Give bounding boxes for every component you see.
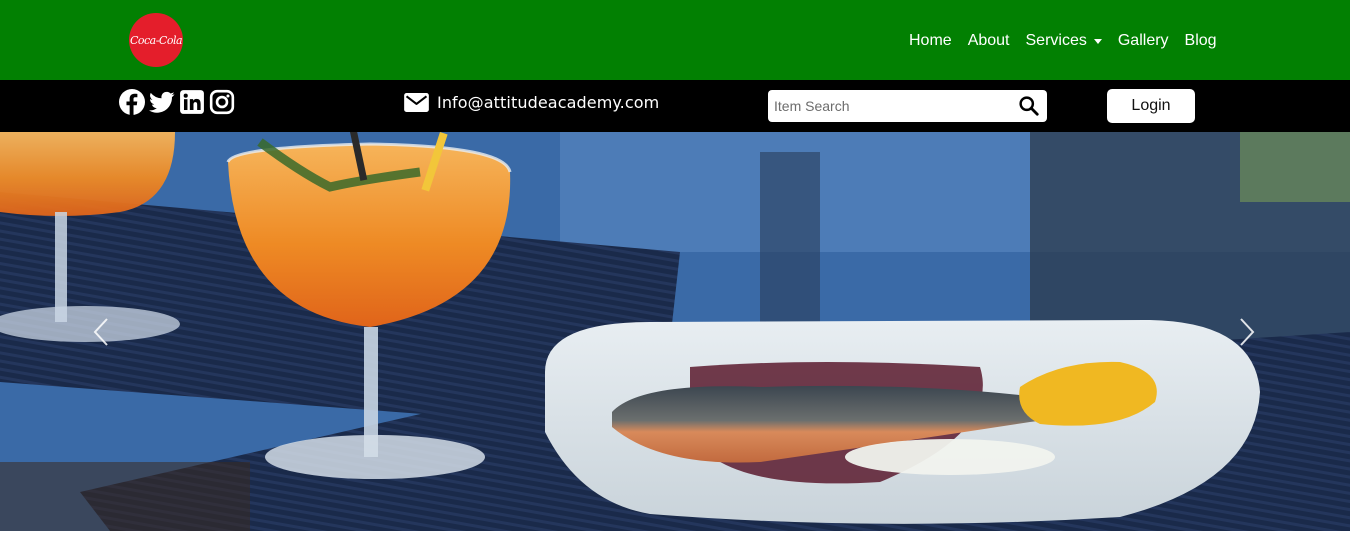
twitter-icon[interactable] xyxy=(149,89,175,115)
chevron-left-icon xyxy=(93,318,108,346)
chevron-right-icon xyxy=(1240,318,1255,346)
linkedin-icon[interactable] xyxy=(179,89,205,115)
instagram-icon[interactable] xyxy=(209,89,235,115)
carousel-next-button[interactable] xyxy=(1232,312,1262,352)
search-input[interactable] xyxy=(768,91,1008,121)
carousel-prev-button[interactable] xyxy=(86,312,116,352)
item-search-box xyxy=(768,90,1047,122)
social-links xyxy=(119,89,235,115)
hero-image xyxy=(0,132,1350,531)
nav-gallery-link[interactable]: Gallery xyxy=(1118,32,1169,50)
contact-email-text: Info@attitudeacademy.com xyxy=(437,92,660,112)
brand-logo[interactable]: Coca-Cola xyxy=(129,13,183,67)
nav-home-link[interactable]: Home xyxy=(909,32,952,50)
main-nav: Home About Services Gallery Blog xyxy=(909,30,1217,52)
facebook-icon[interactable] xyxy=(119,89,145,115)
nav-services-dropdown[interactable]: Services xyxy=(1026,32,1102,50)
nav-blog-link[interactable]: Blog xyxy=(1185,32,1217,50)
envelope-icon xyxy=(404,92,429,112)
caret-down-icon xyxy=(1093,38,1102,44)
search-icon[interactable] xyxy=(1018,95,1039,116)
hero-carousel xyxy=(0,132,1350,531)
nav-about-link[interactable]: About xyxy=(968,32,1010,50)
contact-email[interactable]: Info@attitudeacademy.com xyxy=(404,91,659,113)
info-bar: Info@attitudeacademy.com Login xyxy=(0,80,1350,132)
nav-services-label: Services xyxy=(1025,32,1087,49)
brand-logo-text: Coca-Cola xyxy=(129,33,183,47)
login-button[interactable]: Login xyxy=(1107,89,1195,123)
top-navbar: Coca-Cola Home About Services Gallery Bl… xyxy=(0,0,1350,80)
